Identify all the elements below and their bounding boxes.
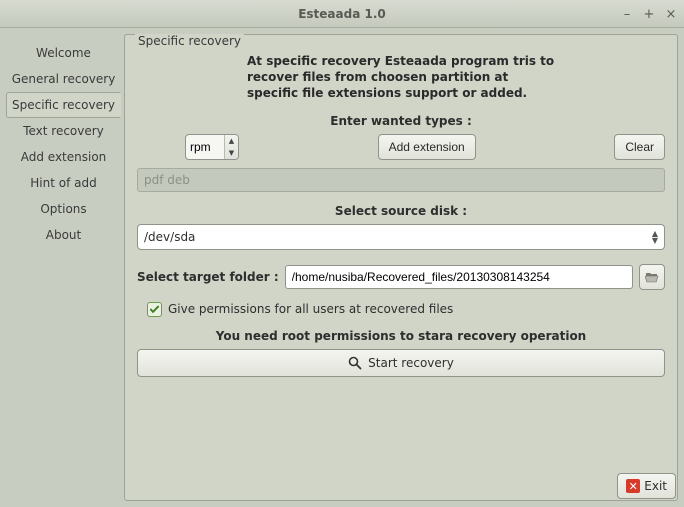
target-folder-input[interactable] bbox=[285, 265, 633, 289]
tab-welcome[interactable]: Welcome bbox=[6, 40, 120, 66]
intro-line: specific file extensions support or adde… bbox=[247, 85, 665, 101]
tab-specific-recovery[interactable]: Specific recovery bbox=[6, 92, 121, 118]
combo-value: /dev/sda bbox=[144, 230, 195, 244]
intro-line: At specific recovery Esteaada program tr… bbox=[247, 53, 665, 69]
tab-label: About bbox=[46, 228, 81, 242]
tab-text-recovery[interactable]: Text recovery bbox=[6, 118, 120, 144]
pending-types-field: pdf deb bbox=[137, 168, 665, 192]
tab-label: Hint of add bbox=[30, 176, 96, 190]
target-label: Select target folder : bbox=[137, 270, 279, 284]
tab-label: Text recovery bbox=[23, 124, 104, 138]
folder-open-icon bbox=[645, 271, 659, 283]
start-recovery-button[interactable]: Start recovery bbox=[137, 349, 665, 377]
combo-arrows-icon: ▲▼ bbox=[652, 230, 658, 244]
source-heading: Select source disk : bbox=[137, 204, 665, 218]
specific-recovery-panel: Specific recovery At specific recovery E… bbox=[124, 34, 678, 501]
client-area: Welcome General recovery Specific recove… bbox=[0, 28, 684, 507]
button-label: Clear bbox=[625, 140, 654, 154]
tab-options[interactable]: Options bbox=[6, 196, 120, 222]
type-spinner[interactable]: ▲ ▼ bbox=[185, 134, 239, 160]
tab-label: General recovery bbox=[12, 72, 116, 86]
root-warning: You need root permissions to stara recov… bbox=[137, 329, 665, 343]
check-icon bbox=[149, 304, 160, 315]
panel-legend: Specific recovery bbox=[135, 34, 244, 48]
target-row: Select target folder : bbox=[137, 264, 665, 290]
button-label: Start recovery bbox=[368, 356, 454, 370]
window-controls: – + × bbox=[620, 0, 678, 28]
type-input[interactable] bbox=[186, 135, 224, 159]
permissions-row: Give permissions for all users at recove… bbox=[147, 302, 665, 317]
button-label: Add extension bbox=[389, 140, 465, 154]
types-controls-row: ▲ ▼ Add extension Clear bbox=[137, 134, 665, 160]
search-icon bbox=[348, 356, 362, 370]
tab-hint-of-add[interactable]: Hint of add bbox=[6, 170, 120, 196]
window-title: Esteaada 1.0 bbox=[298, 7, 386, 21]
spin-up-icon[interactable]: ▲ bbox=[225, 135, 238, 147]
close-icon: ✕ bbox=[626, 479, 640, 493]
tab-label: Welcome bbox=[36, 46, 91, 60]
tab-label: Specific recovery bbox=[12, 98, 115, 112]
spinner-buttons: ▲ ▼ bbox=[224, 135, 238, 159]
tab-label: Add extension bbox=[21, 150, 107, 164]
permissions-checkbox[interactable] bbox=[147, 302, 162, 317]
button-label: Exit bbox=[644, 479, 667, 493]
add-extension-button[interactable]: Add extension bbox=[378, 134, 476, 160]
exit-button[interactable]: ✕ Exit bbox=[617, 473, 676, 499]
clear-button[interactable]: Clear bbox=[614, 134, 665, 160]
tab-add-extension[interactable]: Add extension bbox=[6, 144, 120, 170]
minimize-button[interactable]: – bbox=[620, 7, 634, 21]
browse-folder-button[interactable] bbox=[639, 264, 665, 290]
app-window: Esteaada 1.0 – + × Welcome General recov… bbox=[0, 0, 684, 507]
tab-general-recovery[interactable]: General recovery bbox=[6, 66, 120, 92]
tab-about[interactable]: About bbox=[6, 222, 120, 248]
types-heading: Enter wanted types : bbox=[137, 114, 665, 128]
intro-text: At specific recovery Esteaada program tr… bbox=[247, 53, 665, 102]
footer: ✕ Exit bbox=[617, 473, 676, 499]
pending-types-text: pdf deb bbox=[144, 173, 190, 187]
tab-label: Options bbox=[40, 202, 86, 216]
spin-down-icon[interactable]: ▼ bbox=[225, 147, 238, 159]
titlebar: Esteaada 1.0 – + × bbox=[0, 0, 684, 28]
source-disk-combo[interactable]: /dev/sda ▲▼ bbox=[137, 224, 665, 250]
permissions-label: Give permissions for all users at recove… bbox=[168, 302, 453, 316]
intro-line: recover files from choosen partition at bbox=[247, 69, 665, 85]
close-button[interactable]: × bbox=[664, 7, 678, 21]
tab-list: Welcome General recovery Specific recove… bbox=[6, 40, 120, 501]
maximize-button[interactable]: + bbox=[642, 7, 656, 21]
